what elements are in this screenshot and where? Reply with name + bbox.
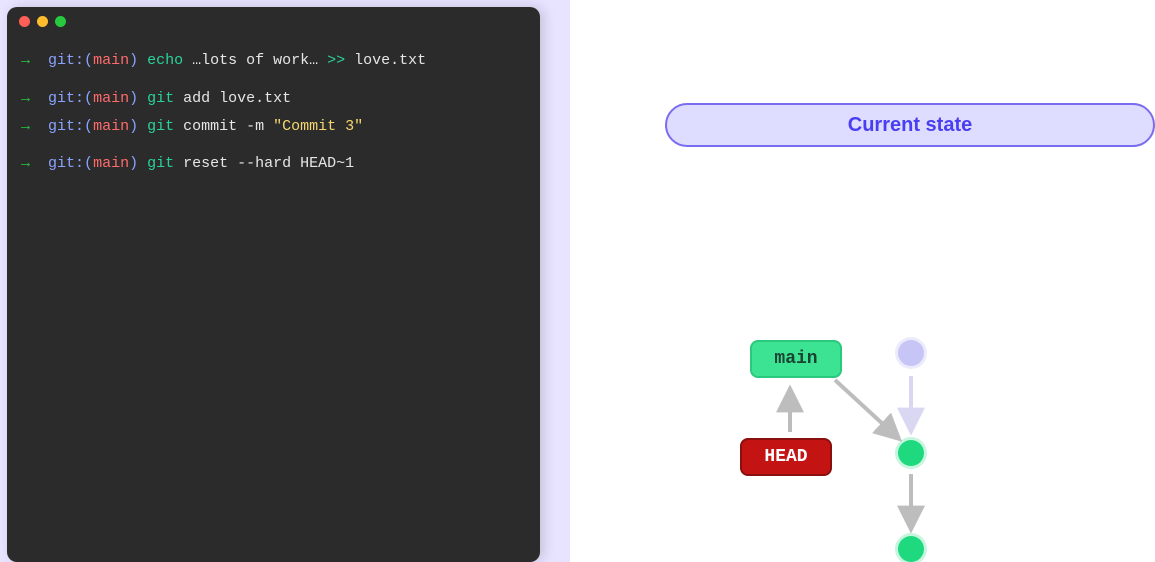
maximize-icon[interactable]	[55, 16, 66, 27]
paren-close: )	[129, 155, 138, 172]
terminal-line: → git:(main) git commit -m "Commit 3"	[21, 113, 526, 141]
cmd-keyword: git	[147, 155, 174, 172]
right-pane: Current state main HEAD	[570, 0, 1155, 562]
cmd-keyword: git	[147, 118, 174, 135]
cmd-text: add love.txt	[174, 90, 291, 107]
git-graph: main HEAD	[750, 340, 1150, 562]
titlebar	[7, 7, 540, 35]
branch-name: main	[93, 118, 129, 135]
commit-dot	[898, 536, 924, 562]
paren-close: )	[129, 52, 138, 69]
branch-name: main	[93, 155, 129, 172]
prompt-arrow-icon: →	[21, 90, 30, 107]
git-label: git:	[48, 52, 84, 69]
head-pointer-node: HEAD	[740, 438, 832, 476]
cmd-text: commit -m	[174, 118, 273, 135]
branch-name: main	[93, 52, 129, 69]
paren-open: (	[84, 155, 93, 172]
terminal-body: → git:(main) echo …lots of work… >> love…	[7, 35, 540, 190]
paren-close: )	[129, 118, 138, 135]
git-label: git:	[48, 118, 84, 135]
paren-close: )	[129, 90, 138, 107]
terminal-line: → git:(main) git reset --hard HEAD~1	[21, 150, 526, 178]
git-label: git:	[48, 90, 84, 107]
cmd-keyword: git	[147, 90, 174, 107]
current-state-label: Current state	[665, 103, 1155, 147]
commit-dot	[898, 440, 924, 466]
cmd-text: reset --hard HEAD~1	[174, 155, 354, 172]
minimize-icon[interactable]	[37, 16, 48, 27]
spacer	[21, 140, 526, 150]
main-branch-node: main	[750, 340, 842, 378]
prompt-arrow-icon: →	[21, 118, 30, 135]
state-label-text: Current state	[848, 114, 972, 137]
paren-open: (	[84, 118, 93, 135]
commit-dot-faded	[898, 340, 924, 366]
main-branch-label: main	[774, 349, 817, 369]
spacer	[21, 75, 526, 85]
cmd-text: …lots of work…	[183, 52, 327, 69]
close-icon[interactable]	[19, 16, 30, 27]
cmd-text: love.txt	[345, 52, 426, 69]
cmd-keyword: echo	[147, 52, 183, 69]
terminal-line: → git:(main) git add love.txt	[21, 85, 526, 113]
paren-open: (	[84, 90, 93, 107]
arrow-main-to-commit	[835, 380, 898, 438]
paren-open: (	[84, 52, 93, 69]
terminal-line: → git:(main) echo …lots of work… >> love…	[21, 47, 526, 75]
cmd-redirect: >>	[327, 52, 345, 69]
cmd-string: "Commit 3"	[273, 118, 363, 135]
prompt-arrow-icon: →	[21, 155, 30, 172]
left-pane: → git:(main) echo …lots of work… >> love…	[0, 0, 570, 562]
head-pointer-label: HEAD	[764, 447, 807, 467]
terminal-window: → git:(main) echo …lots of work… >> love…	[7, 7, 540, 562]
git-label: git:	[48, 155, 84, 172]
branch-name: main	[93, 90, 129, 107]
prompt-arrow-icon: →	[21, 52, 30, 69]
